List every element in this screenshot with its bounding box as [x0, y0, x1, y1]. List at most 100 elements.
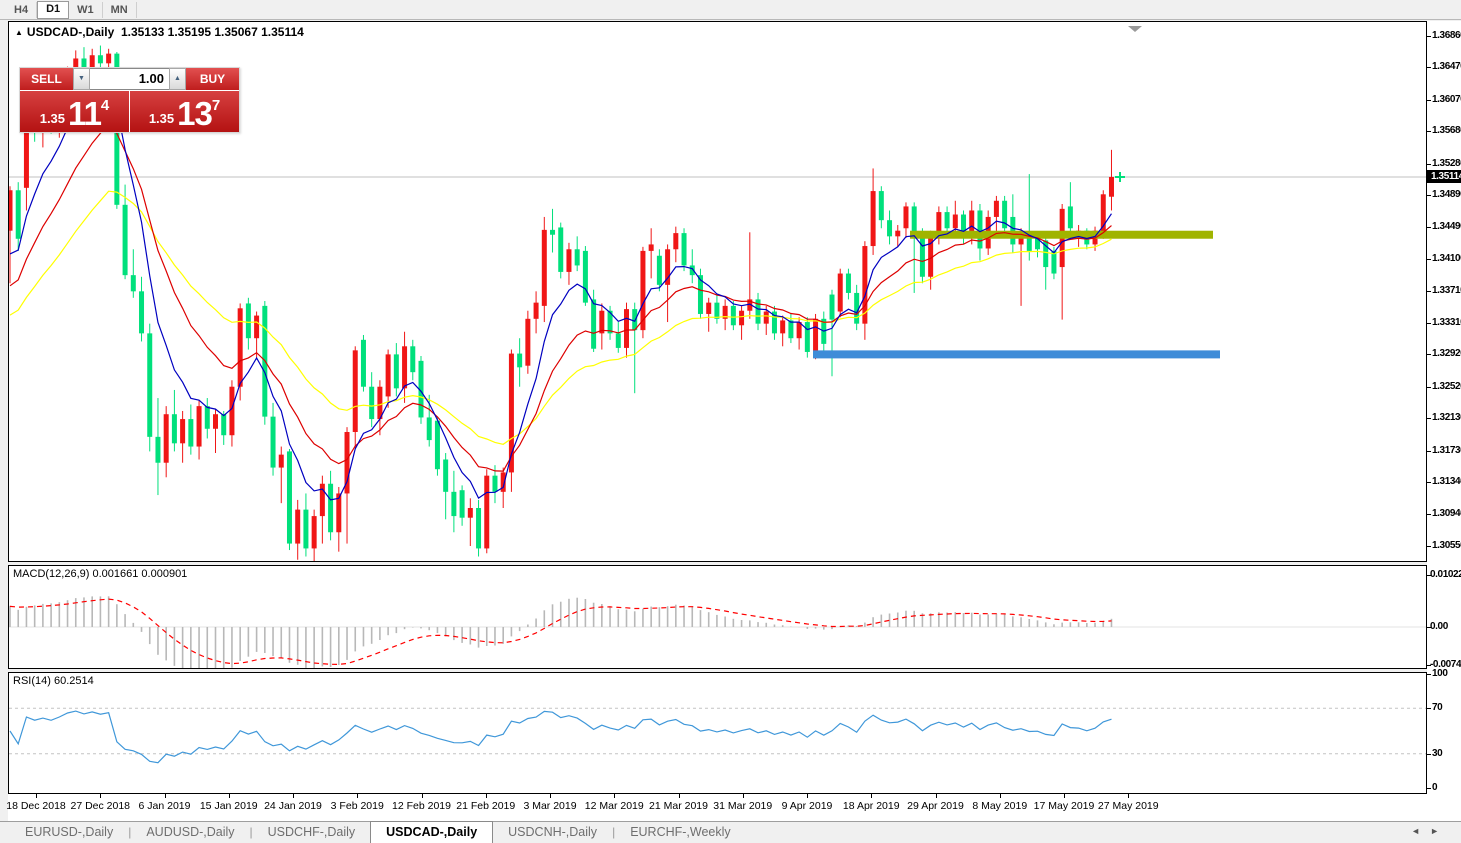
price-tick [1427, 387, 1431, 388]
chart-tab-bar: EURUSD-,Daily|AUDUSD-,Daily|USDCHF-,Dail… [0, 821, 1461, 843]
date-axis-label: 12 Mar 2019 [585, 800, 644, 812]
tab-usdcnh[interactable]: USDCNH-,Daily [493, 822, 612, 843]
price-axis-label: 1.32920 [1432, 348, 1461, 359]
price-axis-label: 1.30940 [1432, 508, 1461, 519]
date-axis-label: 29 Apr 2019 [907, 800, 964, 812]
price-axis-label: 1.34890 [1432, 189, 1461, 200]
timeframe-button-mn[interactable]: MN [103, 2, 137, 18]
price-tick [1427, 259, 1431, 260]
date-axis: 18 Dec 201827 Dec 20186 Jan 201915 Jan 2… [8, 794, 1427, 821]
sell-button[interactable]: SELL [20, 68, 73, 90]
price-axis-label: 1.34490 [1432, 221, 1461, 232]
date-axis-label: 27 May 2019 [1098, 800, 1159, 812]
rsi-axis-label: 100 [1432, 668, 1448, 679]
trading-terminal: H4D1W1MN ▲ USDCAD-,Daily 1.35133 1.35195 … [0, 0, 1461, 843]
current-price-cross-icon [1115, 172, 1125, 182]
tab-eurusd[interactable]: EURUSD-,Daily [10, 822, 128, 843]
price-axis-label: 1.30550 [1432, 540, 1461, 551]
date-tick [229, 794, 230, 798]
date-tick [936, 794, 937, 798]
volume-increase-button[interactable]: ▲ [169, 68, 186, 90]
date-axis-label: 8 May 2019 [972, 800, 1027, 812]
macd-axis-label: 0.010229 [1430, 569, 1461, 580]
timeframe-button-d1[interactable]: D1 [37, 1, 69, 19]
date-axis-label: 24 Jan 2019 [264, 800, 322, 812]
rsi-axis-label: 70 [1432, 702, 1442, 713]
price-tick [1427, 451, 1431, 452]
price-axis-label: 1.31340 [1432, 476, 1461, 487]
tab-usdcad[interactable]: USDCAD-,Daily [370, 821, 493, 843]
price-axis-label: 1.35280 [1432, 158, 1461, 169]
price-axis[interactable]: 1.368601.364701.360701.356801.352801.348… [1427, 21, 1461, 821]
rsi-indicator-panel: RSI(14) 60.2514 [8, 672, 1427, 794]
date-axis-label: 21 Feb 2019 [456, 800, 515, 812]
scroll-end-marker-icon [1128, 26, 1142, 32]
tab-audusd[interactable]: AUDUSD-,Daily [131, 822, 249, 843]
rsi-axis-label: 30 [1432, 748, 1442, 759]
rsi-chart[interactable] [9, 673, 1426, 793]
chart-symbol-label: USDCAD-,Daily [27, 25, 114, 39]
sell-price-big: 11 [68, 100, 101, 128]
date-tick [486, 794, 487, 798]
tab-scroll-arrows[interactable]: ◄► [1411, 826, 1449, 836]
date-axis-label: 9 Apr 2019 [782, 800, 833, 812]
volume-input[interactable]: 1.00 [90, 68, 169, 90]
buy-price-pip: 7 [212, 91, 220, 112]
price-axis-label: 1.36470 [1432, 61, 1461, 72]
rsi-label: RSI(14) 60.2514 [13, 675, 94, 687]
date-tick [36, 794, 37, 798]
price-tick [1427, 354, 1431, 355]
date-tick [1128, 794, 1129, 798]
main-chart-panel: ▲ USDCAD-,Daily 1.35133 1.35195 1.35067 1… [8, 21, 1427, 562]
price-tick [1427, 36, 1431, 37]
date-tick [293, 794, 294, 798]
price-axis-label: 1.36860 [1432, 30, 1461, 41]
date-axis-label: 3 Mar 2019 [523, 800, 576, 812]
buy-price-panel[interactable]: 1.35 13 7 [130, 91, 239, 132]
price-tick [1427, 418, 1431, 419]
date-axis-label: 21 Mar 2019 [649, 800, 708, 812]
sell-price-panel[interactable]: 1.35 11 4 [20, 91, 129, 132]
price-axis-label: 1.33310 [1432, 317, 1461, 328]
price-tick [1427, 100, 1431, 101]
rsi-tick [1427, 754, 1431, 755]
macd-chart[interactable] [9, 566, 1426, 668]
date-tick [422, 794, 423, 798]
chart-ohlc-values: 1.35133 1.35195 1.35067 1.35114 [121, 25, 304, 39]
buy-button[interactable]: BUY [186, 68, 239, 90]
buy-price-big: 13 [177, 100, 212, 128]
date-axis-label: 12 Feb 2019 [392, 800, 451, 812]
price-tick [1427, 323, 1431, 324]
date-tick [550, 794, 551, 798]
tab-eurchf[interactable]: EURCHF-,Weekly [615, 822, 745, 843]
price-axis-label: 1.36070 [1432, 94, 1461, 105]
date-axis-label: 27 Dec 2018 [70, 800, 130, 812]
price-tick [1427, 291, 1431, 292]
macd-indicator-panel: MACD(12,26,9) 0.001661 0.000901 [8, 565, 1427, 669]
timeframe-button-h4[interactable]: H4 [6, 2, 37, 18]
timeframe-button-w1[interactable]: W1 [69, 2, 103, 18]
date-axis-label: 15 Jan 2019 [200, 800, 258, 812]
date-tick [743, 794, 744, 798]
volume-decrease-button[interactable]: ▼ [73, 68, 90, 90]
chart-title: ▲ USDCAD-,Daily 1.35133 1.35195 1.35067 1… [15, 25, 304, 39]
date-axis-label: 18 Dec 2018 [6, 800, 66, 812]
price-tick [1427, 546, 1431, 547]
rsi-tick [1427, 708, 1431, 709]
price-tick [1427, 195, 1431, 196]
rsi-axis-label: 0 [1432, 782, 1437, 793]
price-tick [1427, 227, 1431, 228]
date-axis-label: 17 May 2019 [1034, 800, 1095, 812]
macd-axis-label: 0.00 [1430, 621, 1448, 632]
collapse-arrow-icon[interactable]: ▲ [15, 28, 23, 37]
date-tick [165, 794, 166, 798]
date-tick [1000, 794, 1001, 798]
date-tick [357, 794, 358, 798]
timeframe-toolbar: H4D1W1MN [0, 0, 1461, 20]
price-axis-label: 1.32520 [1432, 381, 1461, 392]
buy-price-prefix: 1.35 [149, 109, 174, 128]
price-tick [1427, 164, 1431, 165]
tab-usdchf[interactable]: USDCHF-,Daily [253, 822, 371, 843]
price-tick [1427, 514, 1431, 515]
date-tick [614, 794, 615, 798]
